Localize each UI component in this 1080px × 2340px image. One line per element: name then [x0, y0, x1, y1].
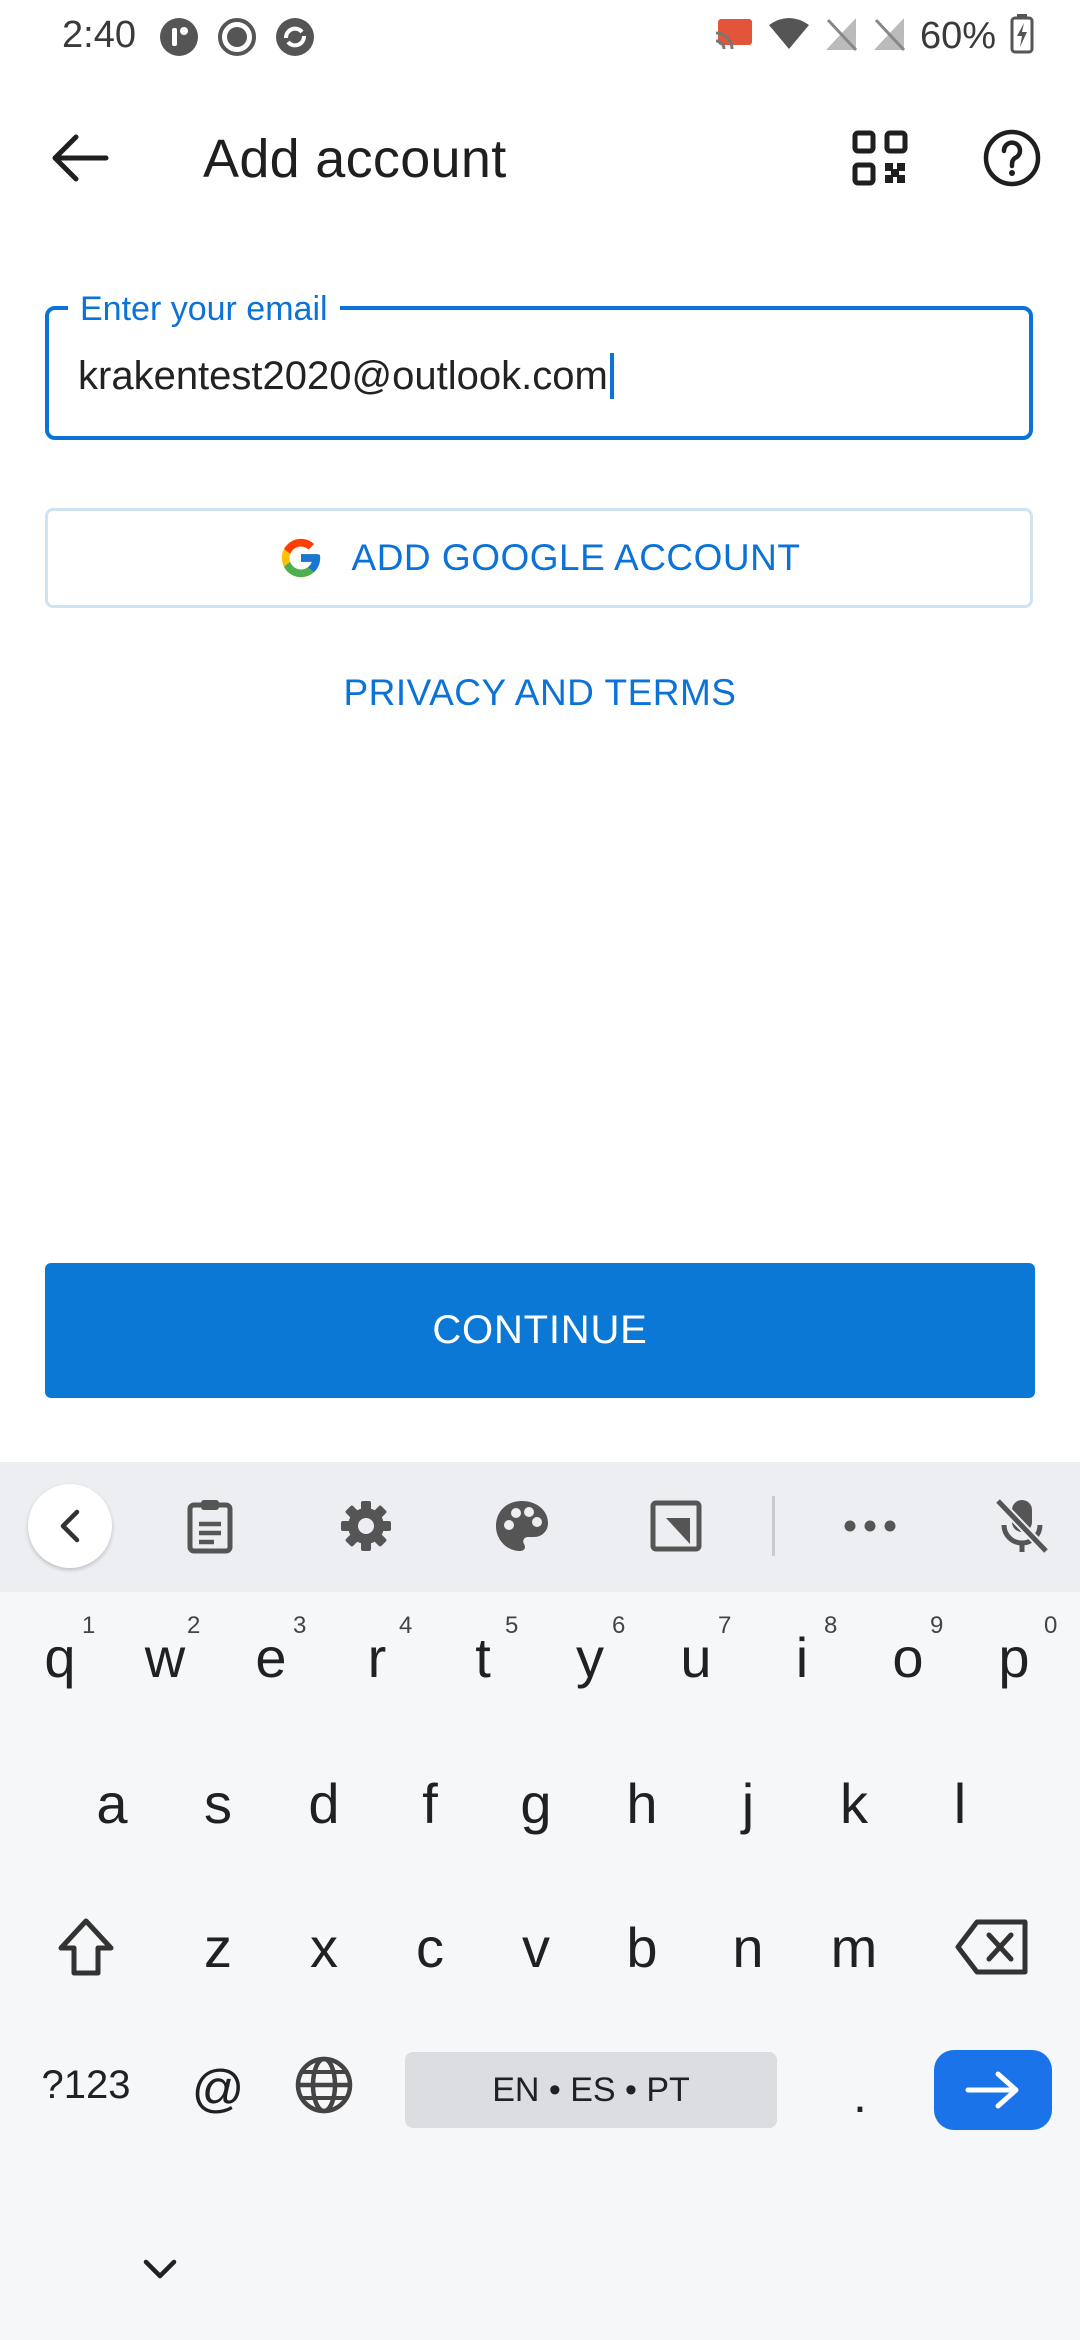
chevron-left-icon: [60, 1509, 80, 1543]
hide-keyboard-button[interactable]: [130, 2244, 190, 2294]
no-sim-icon: [872, 16, 906, 57]
key-e[interactable]: e3: [221, 1602, 321, 1712]
sync-icon: [274, 16, 316, 63]
more-icon: [844, 1520, 896, 1532]
key-j[interactable]: j: [698, 1748, 798, 1858]
key-p[interactable]: p0: [964, 1602, 1064, 1712]
clipboard-icon: [187, 1500, 233, 1554]
shift-key[interactable]: [36, 1892, 136, 2002]
key-k[interactable]: k: [804, 1748, 904, 1858]
key-a[interactable]: a: [62, 1748, 162, 1858]
clipboard-button[interactable]: [170, 1490, 250, 1562]
key-x[interactable]: x: [274, 1892, 374, 2002]
key-n[interactable]: n: [698, 1892, 798, 2002]
no-sim-icon: [824, 16, 858, 57]
chevron-down-icon: [143, 2259, 177, 2279]
more-options-button[interactable]: [830, 1490, 910, 1562]
continue-label: CONTINUE: [432, 1308, 648, 1352]
space-key[interactable]: EN • ES • PT: [405, 2052, 777, 2128]
battery-charging-icon: [1010, 14, 1034, 59]
arrow-left-icon: [52, 134, 109, 182]
arrow-right-icon: [965, 2071, 1019, 2109]
key-c[interactable]: c: [380, 1892, 480, 2002]
privacy-and-terms-link[interactable]: PRIVACY AND TERMS: [0, 672, 1080, 714]
key-y[interactable]: y6: [540, 1602, 640, 1712]
keyboard-settings-button[interactable]: [326, 1490, 406, 1562]
palette-icon: [496, 1501, 548, 1551]
app-icon: [158, 16, 200, 63]
email-value: krakentest2020@outlook.com: [78, 353, 608, 398]
text-cursor: [609, 353, 614, 399]
status-icons-right: 60%: [714, 14, 1034, 59]
theme-button[interactable]: [482, 1490, 562, 1562]
language-key[interactable]: [274, 2030, 374, 2140]
keyboard-resize-button[interactable]: [636, 1490, 716, 1562]
key-l[interactable]: l: [910, 1748, 1010, 1858]
key-s[interactable]: s: [168, 1748, 268, 1858]
key-o[interactable]: o9: [858, 1602, 958, 1712]
key-m[interactable]: m: [804, 1892, 904, 2002]
key-f[interactable]: f: [380, 1748, 480, 1858]
email-field-label: Enter your email: [68, 290, 340, 329]
key-u[interactable]: u7: [646, 1602, 746, 1712]
key-t[interactable]: t5: [433, 1602, 533, 1712]
period-key[interactable]: .: [810, 2040, 910, 2150]
settings-icon: [341, 1501, 391, 1551]
status-time: 2:40: [62, 14, 136, 56]
toolbar-divider: [772, 1496, 775, 1556]
resize-icon: [650, 1500, 702, 1552]
add-google-account-button[interactable]: ADD GOOGLE ACCOUNT: [45, 508, 1033, 608]
google-logo-icon: [281, 538, 320, 578]
backspace-key[interactable]: [942, 1892, 1042, 2002]
qr-code-icon: [852, 130, 908, 186]
key-i[interactable]: i8: [752, 1602, 852, 1712]
globe-icon: [295, 2056, 353, 2114]
at-key[interactable]: @: [168, 2034, 268, 2144]
status-icons-left: [158, 16, 316, 63]
key-z[interactable]: z: [168, 1892, 268, 2002]
help-button[interactable]: [972, 118, 1052, 198]
wifi-icon: [768, 17, 810, 56]
key-v[interactable]: v: [486, 1892, 586, 2002]
key-r[interactable]: r4: [327, 1602, 427, 1712]
key-w[interactable]: w2: [115, 1602, 215, 1712]
email-input[interactable]: krakentest2020@outlook.com: [78, 346, 978, 406]
backspace-icon: [955, 1919, 1028, 1975]
mic-off-icon: [994, 1497, 1050, 1555]
keyboard-toolbar-collapse-button[interactable]: [28, 1484, 112, 1568]
voice-input-button[interactable]: [982, 1490, 1062, 1562]
enter-key[interactable]: [934, 2050, 1052, 2130]
page-title: Add account: [203, 129, 507, 189]
key-g[interactable]: g: [486, 1748, 586, 1858]
help-circle-icon: [983, 129, 1041, 187]
cast-icon: [714, 17, 754, 56]
battery-percent: 60%: [919, 15, 996, 57]
add-google-account-label: ADD GOOGLE ACCOUNT: [351, 537, 801, 578]
key-q[interactable]: q1: [10, 1602, 110, 1712]
shift-icon: [58, 1918, 114, 1976]
key-d[interactable]: d: [274, 1748, 374, 1858]
record-icon: [216, 16, 258, 63]
qr-code-button[interactable]: [840, 118, 920, 198]
back-button[interactable]: [40, 118, 120, 198]
symbols-key[interactable]: ?123: [30, 2030, 142, 2140]
key-h[interactable]: h: [592, 1748, 692, 1858]
key-b[interactable]: b: [592, 1892, 692, 2002]
continue-button[interactable]: CONTINUE: [45, 1263, 1035, 1398]
